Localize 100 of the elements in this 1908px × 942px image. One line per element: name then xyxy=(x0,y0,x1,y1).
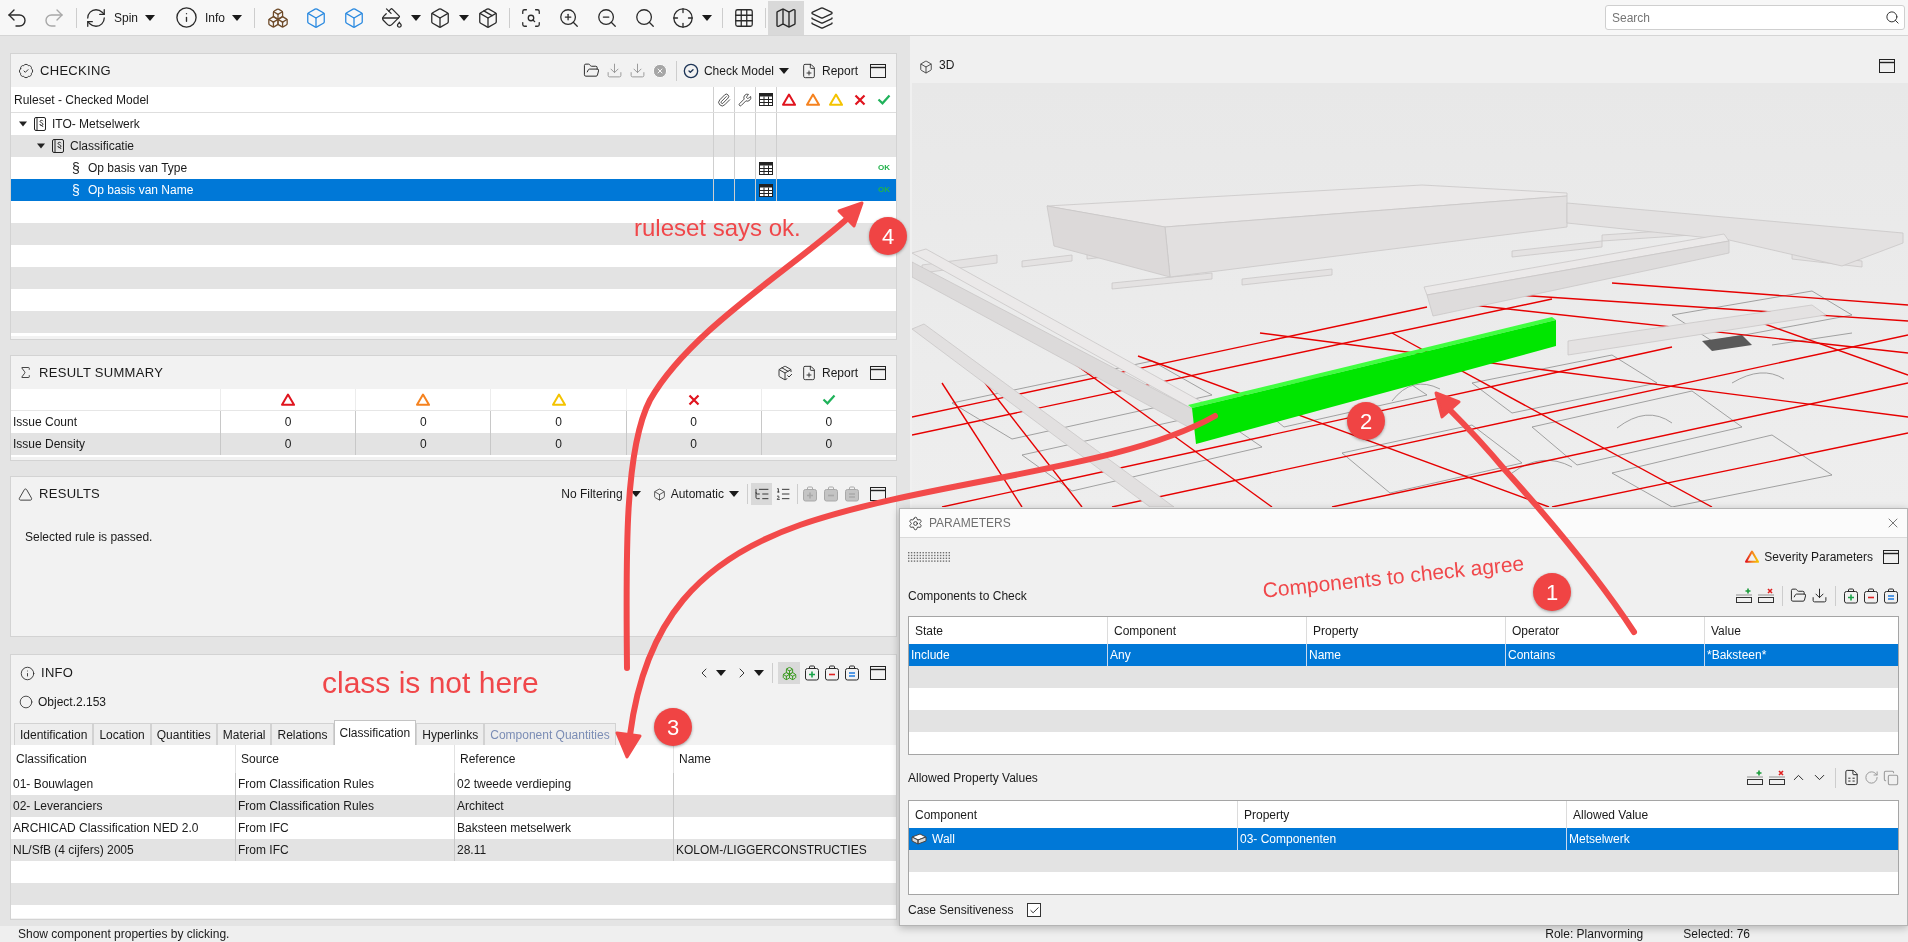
numbered-list-icon xyxy=(774,486,791,502)
tab[interactable]: Relations xyxy=(271,723,334,745)
check-model-button[interactable]: Check Model xyxy=(680,58,791,83)
bag-plus-icon[interactable] xyxy=(1843,587,1859,604)
table-cell: 0 xyxy=(490,433,626,455)
table-cell-text: ARCHICAD Classification NED 2.0 xyxy=(12,820,200,837)
section-symbol: § xyxy=(72,183,80,197)
report-button[interactable]: Report xyxy=(798,58,860,83)
cube-icon[interactable] xyxy=(429,6,452,29)
folder-icon[interactable] xyxy=(582,62,600,79)
layers-icon[interactable] xyxy=(810,5,835,30)
table-cell: 0 xyxy=(220,433,356,455)
wall-icon xyxy=(911,833,927,845)
checkbox-label: Case Sensitiveness xyxy=(908,902,1014,919)
caret-icon[interactable] xyxy=(232,14,243,21)
table-cell-text: Wall xyxy=(932,831,955,848)
severity-button[interactable]: Severity Parameters xyxy=(1743,544,1875,569)
tab[interactable]: Hyperlinks xyxy=(416,723,485,745)
table-cell: 0 xyxy=(355,433,491,455)
row-label: Issue Count xyxy=(12,414,79,431)
tab[interactable]: Classification xyxy=(333,720,417,745)
caret-icon[interactable] xyxy=(702,14,713,21)
tab[interactable]: Identification xyxy=(14,723,94,745)
bag-minus-icon[interactable] xyxy=(824,665,840,681)
bag-equal-icon[interactable] xyxy=(844,665,860,681)
check-icon xyxy=(1028,904,1040,916)
window-icon[interactable] xyxy=(870,666,886,680)
mode-dropdown[interactable]: Automatic xyxy=(650,482,741,506)
add-row-icon[interactable] xyxy=(1746,769,1764,786)
search-field[interactable]: Search xyxy=(1605,5,1905,30)
rotate-icon xyxy=(85,6,107,29)
caret-icon[interactable] xyxy=(145,14,156,21)
cube-icon xyxy=(652,487,666,501)
section-symbol: § xyxy=(72,161,80,175)
window-icon[interactable] xyxy=(870,365,886,380)
remove-row-icon[interactable] xyxy=(1768,769,1786,786)
wrench-icon xyxy=(738,92,752,107)
cross-icon xyxy=(687,393,700,406)
package-check-icon[interactable] xyxy=(776,364,793,381)
object-name: Object.2.153 xyxy=(38,694,107,711)
crosshair-icon[interactable] xyxy=(672,6,695,29)
zoom-in-icon[interactable] xyxy=(558,6,581,29)
window-icon[interactable] xyxy=(870,63,886,78)
tree-row[interactable]: § Op basis van Name OK xyxy=(11,179,896,201)
caret-icon[interactable] xyxy=(459,14,470,21)
map-button[interactable] xyxy=(768,0,805,35)
window-icon[interactable] xyxy=(1883,549,1899,564)
bag-plus-icon[interactable] xyxy=(804,665,820,681)
panel-title: 3D xyxy=(939,57,955,74)
caret-icon[interactable] xyxy=(411,14,422,21)
bag-minus-icon[interactable] xyxy=(1863,587,1879,604)
status-text: OK xyxy=(878,184,890,196)
triangle-icon xyxy=(829,93,844,106)
paint-bucket-icon[interactable] xyxy=(381,6,404,29)
table-icon xyxy=(759,93,773,106)
table-row[interactable]: Include Any Name Contains *Baksteen* xyxy=(909,644,1898,666)
tab[interactable]: Location xyxy=(93,723,151,745)
window-icon[interactable] xyxy=(870,487,886,501)
table-row[interactable]: Wall 03- Componenten Metselwerk xyxy=(909,828,1898,850)
tree-list-icon xyxy=(753,486,770,502)
magnifier-icon[interactable] xyxy=(634,6,657,29)
caret-icon[interactable] xyxy=(754,670,764,676)
caret-icon[interactable] xyxy=(716,670,726,676)
triangle-icon xyxy=(18,486,33,502)
spin-button[interactable]: Spin xyxy=(81,2,160,33)
checkbox[interactable] xyxy=(1027,903,1042,917)
box-icon[interactable] xyxy=(477,6,500,29)
triangle-icon xyxy=(805,93,820,106)
column-header: Ruleset - Checked Model xyxy=(13,91,150,109)
caret-icon[interactable] xyxy=(778,67,789,74)
cubes-icon[interactable] xyxy=(267,6,290,29)
table-cell: 0 xyxy=(760,433,896,455)
grid-icon[interactable] xyxy=(733,6,756,29)
search-icon xyxy=(1885,10,1900,25)
cubes-icon xyxy=(781,665,797,681)
caret-icon[interactable] xyxy=(729,491,739,497)
download-icon[interactable] xyxy=(1811,587,1828,604)
caret-icon[interactable] xyxy=(19,120,27,128)
grip-icon[interactable] xyxy=(908,551,951,562)
book-icon xyxy=(52,139,64,153)
tab[interactable]: Material xyxy=(216,723,272,745)
status-text: OK xyxy=(878,162,890,174)
folder-icon[interactable] xyxy=(1790,587,1807,604)
view-mode-button[interactable] xyxy=(751,483,772,505)
spreadsheet-icon[interactable] xyxy=(1843,769,1860,786)
window-icon[interactable] xyxy=(1879,59,1895,73)
filter-dropdown[interactable]: No Filtering xyxy=(559,482,643,506)
info-button[interactable]: Info xyxy=(171,2,247,33)
scan-search-icon[interactable] xyxy=(520,6,543,29)
zoom-out-icon[interactable] xyxy=(596,6,619,29)
caret-icon[interactable] xyxy=(37,142,45,150)
caret-icon[interactable] xyxy=(630,491,641,497)
bag-equal-icon[interactable] xyxy=(1883,587,1899,604)
triangle-icon xyxy=(416,393,431,406)
table-cell-text: NL/SfB (4 cijfers) 2005 xyxy=(12,842,135,859)
remove-row-icon[interactable] xyxy=(1757,587,1775,604)
tree-row[interactable]: Classificatie xyxy=(11,135,896,157)
tab[interactable]: Quantities xyxy=(150,723,217,745)
report-button[interactable]: Report xyxy=(798,360,860,385)
add-row-icon[interactable] xyxy=(1735,587,1753,604)
